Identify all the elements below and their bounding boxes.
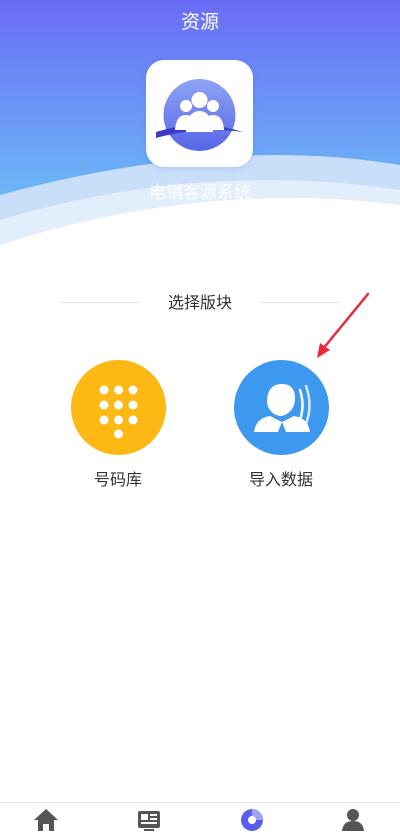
- header-banner: 资源 电销客源系统: [0, 0, 400, 250]
- home-icon: [34, 809, 58, 831]
- tab-home[interactable]: [31, 807, 61, 835]
- annotation-arrow-icon: [317, 292, 370, 358]
- section-header: 选择版块: [60, 290, 340, 316]
- news-icon: [138, 811, 160, 831]
- app-logo: [146, 60, 253, 167]
- number-library-label: 号码库: [93, 470, 142, 489]
- import-data-label: 导入数据: [248, 470, 313, 489]
- keypad-icon: [99, 385, 138, 439]
- import-data-button[interactable]: 导入数据: [226, 360, 336, 500]
- tab-news[interactable]: [134, 807, 164, 835]
- number-library-button[interactable]: 号码库: [63, 360, 173, 500]
- bottom-tab-bar: [0, 802, 400, 839]
- section-title: 选择版块: [167, 293, 232, 312]
- import-data-badge: [234, 360, 329, 455]
- number-library-badge: [71, 360, 166, 455]
- page-title: 资源: [180, 11, 219, 33]
- resource-chart-icon: [241, 809, 263, 831]
- app-name: 电销客源系统: [149, 183, 251, 203]
- user-icon: [342, 809, 364, 831]
- team-logo-icon: [156, 79, 243, 151]
- tab-resources[interactable]: [237, 807, 267, 835]
- tab-profile[interactable]: [338, 807, 368, 835]
- person-import-icon: [254, 384, 311, 432]
